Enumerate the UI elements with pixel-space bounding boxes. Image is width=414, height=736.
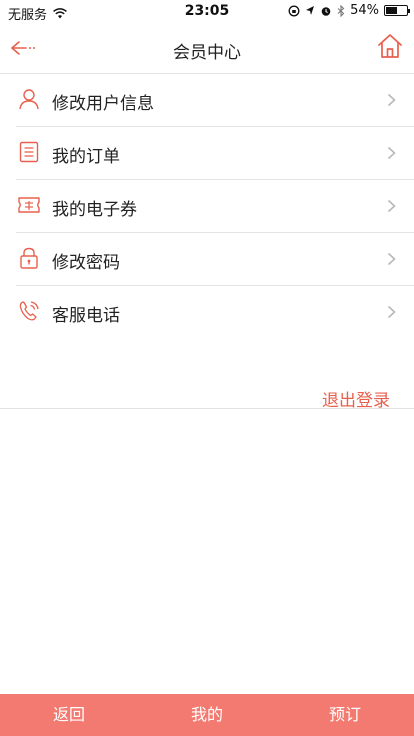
battery-percent: 54%: [350, 3, 379, 18]
logout-section: 退出登录: [0, 368, 414, 411]
phone-icon: [19, 301, 39, 321]
status-bar: 无服务 23:05 54%: [0, 0, 414, 24]
tab-back[interactable]: 返回: [0, 694, 138, 736]
menu-item-label: 我的电子券: [52, 200, 137, 220]
location-icon: [306, 5, 315, 15]
status-right: 54%: [288, 3, 410, 18]
order-list-icon: [19, 141, 39, 163]
alarm-icon: [321, 6, 331, 16]
tab-mine[interactable]: 我的: [138, 694, 276, 736]
home-icon[interactable]: [376, 32, 404, 60]
tab-booking[interactable]: 预订: [276, 694, 414, 736]
logout-button[interactable]: 退出登录: [322, 386, 390, 411]
chevron-right-icon: [387, 93, 396, 107]
battery-icon: [384, 5, 410, 16]
member-menu: 修改用户信息 我的订单 我的电子券 修改密码 客服电话: [0, 74, 414, 339]
menu-item-customer-service[interactable]: 客服电话: [0, 286, 414, 339]
page-title: 会员中心: [173, 43, 241, 63]
menu-item-change-password[interactable]: 修改密码: [0, 233, 414, 286]
rotation-lock-icon: [288, 5, 300, 16]
menu-item-label: 修改用户信息: [52, 94, 154, 114]
menu-item-label: 修改密码: [52, 253, 120, 273]
coupon-icon: [18, 197, 40, 213]
menu-item-edit-profile[interactable]: 修改用户信息: [0, 74, 414, 127]
menu-item-label: 我的订单: [52, 147, 120, 167]
nav-bar: 会员中心: [0, 24, 414, 74]
user-icon: [19, 89, 39, 110]
menu-item-my-coupons[interactable]: 我的电子券: [0, 180, 414, 233]
chevron-right-icon: [387, 199, 396, 213]
bottom-tab-bar: 返回 我的 预订: [0, 694, 414, 736]
chevron-right-icon: [387, 252, 396, 266]
bluetooth-icon: [337, 4, 345, 17]
chevron-right-icon: [387, 305, 396, 319]
battery-fill: [386, 7, 397, 14]
chevron-right-icon: [387, 146, 396, 160]
menu-item-my-orders[interactable]: 我的订单: [0, 127, 414, 180]
menu-item-label: 客服电话: [52, 306, 120, 326]
lock-icon: [20, 247, 38, 269]
